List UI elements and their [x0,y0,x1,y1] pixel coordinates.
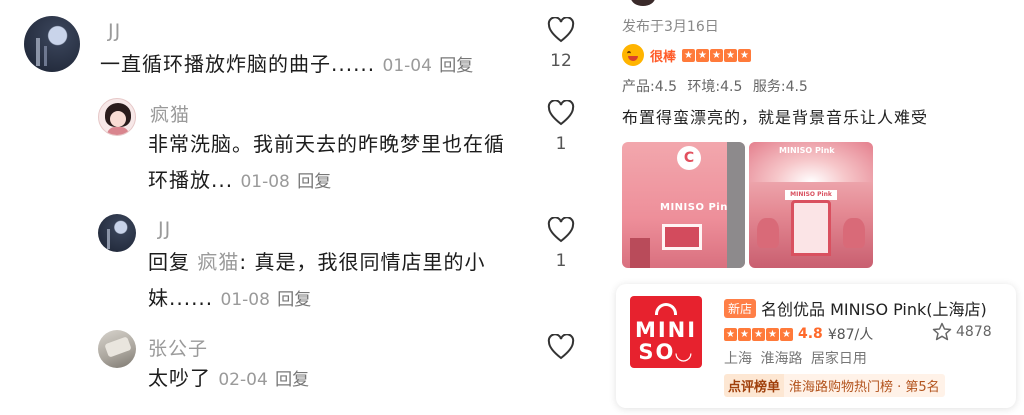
booth-sign: MINISO Pink [785,190,837,200]
ranking-text: 淮海路购物热门榜 · 第5名 [784,374,945,397]
comment-username[interactable]: 疯猫 [150,100,190,127]
comment-date: 02-04 [218,370,268,390]
logo-text: SO◡ [638,340,694,364]
like-button[interactable] [541,334,581,360]
display-bear [843,218,865,248]
like-button[interactable]: 1 [541,100,581,154]
store-facade-letter: C [677,146,701,170]
review-panel: 发布于3月16日 很棒 ★ ★ ★ ★ ★ 产品:4.5 环境:4.5 服务:4… [600,0,1024,415]
ranking-tag: 点评榜单 [724,374,785,397]
store-interior-sign: MINISO Pink [779,146,835,155]
star-icon: ★ [724,48,738,62]
shop-score: 4.8 [798,326,823,342]
avatar[interactable] [98,98,136,136]
comment-username[interactable]: JJ [158,218,171,240]
reply-button[interactable]: 回复 [297,172,331,192]
star-icon: ★ [710,48,724,62]
comment-username[interactable]: 张公子 [148,334,208,361]
favorite-button[interactable]: 4878 [932,322,992,341]
reply-button[interactable]: 回复 [439,56,473,76]
heart-icon [547,217,575,243]
logo-text: MINI [634,318,698,342]
heart-icon [547,334,575,360]
adjacent-building [727,142,745,268]
shop-name[interactable]: 名创优品 MINISO Pink(上海店) [761,296,987,320]
review-photo[interactable]: MINISO Pink MINISO Pink [749,142,873,268]
shop-stars: ★ ★ ★ ★ ★ [724,327,793,341]
like-count: 1 [555,134,567,154]
star-icon: ★ [696,48,710,62]
reply-prefix: 回复 [148,250,190,274]
cart-icon [655,303,677,315]
avatar[interactable] [98,330,136,368]
store-facade-sign: MINISO Pink [660,202,735,213]
comment-username[interactable]: JJ [108,20,121,42]
review-sub-scores: 产品:4.5 环境:4.5 服务:4.5 [622,79,808,95]
store-booth [791,200,831,256]
review-photo[interactable]: C MINISO Pink [622,142,745,268]
avatar[interactable] [98,214,136,252]
comment-body: 太吵了 [148,366,211,390]
shop-ranking[interactable]: 点评榜单 淮海路购物热门榜 · 第5名 [724,374,945,397]
comment-date: 01-08 [220,290,270,310]
display-bear [757,218,779,248]
like-button[interactable]: 1 [541,217,581,271]
miniso-logo: MINI SO◡ [630,296,702,368]
reply-to-username[interactable]: 疯猫 [197,250,239,274]
review-text: 布置得蛮漂亮的，就是背景音乐让人难受 [622,108,929,127]
star-icon: ★ [724,327,737,341]
heart-icon [547,17,575,43]
comment-date: 01-04 [382,56,432,76]
reply-button[interactable]: 回复 [275,370,309,390]
new-shop-badge: 新店 [724,299,757,318]
reviewer-avatar[interactable] [631,0,655,6]
rating-stars: ★ ★ ★ ★ ★ [682,48,752,62]
comment-thread: JJ 一直循环播放炸脑的曲子...... 01-04 回复 12 疯猫 非常洗脑… [0,0,600,415]
store-door [630,238,650,268]
shop-location: 上海 淮海路 居家日用 [724,351,867,367]
review-publish-date: 发布于3月16日 [622,19,719,35]
favorite-count: 4878 [956,323,992,340]
shop-card[interactable]: MINI SO◡ 新店 名创优品 MINISO Pink(上海店) ★ ★ ★ … [616,284,1016,408]
like-count: 1 [555,251,567,271]
comment-text: 非常洗脑。我前天去的昨晚梦里也在循 环播放... 01-08 回复 [148,126,538,200]
smile-emoji-icon [622,44,644,66]
comment-body-line: 妹...... [148,286,214,310]
heart-icon [547,100,575,126]
star-icon: ★ [738,327,751,341]
avatar[interactable] [24,16,80,72]
reply-button[interactable]: 回复 [277,290,311,310]
star-outline-icon [932,322,952,341]
shop-rating: ★ ★ ★ ★ ★ 4.8 ¥87/人 [724,324,873,344]
shop-price: ¥87/人 [827,327,874,343]
star-icon: ★ [766,327,779,341]
star-icon: ★ [682,48,696,62]
comment-date: 01-08 [240,172,290,192]
star-icon: ★ [780,327,793,341]
like-button[interactable]: 12 [541,17,581,71]
comment-text: 一直循环播放炸脑的曲子...... 01-04 回复 [100,46,473,84]
comment-text: 回复 疯猫: 真是，我很同情店里的小 妹...... 01-08 回复 [148,244,538,318]
star-icon: ★ [738,48,752,62]
comment-body: 一直循环播放炸脑的曲子...... [100,52,376,76]
comment-body-line: 环播放... [148,168,234,192]
like-count: 12 [550,51,572,71]
comment-text: 太吵了 02-04 回复 [148,360,309,398]
star-icon: ★ [752,327,765,341]
comment-body-line: 非常洗脑。我前天去的昨晚梦里也在循 [148,132,505,156]
comment-body-line: : 真是，我很同情店里的小 [239,250,486,274]
review-rating: 很棒 ★ ★ ★ ★ ★ [622,44,752,66]
rating-badge: 很棒 [650,49,677,65]
store-window [662,224,702,250]
